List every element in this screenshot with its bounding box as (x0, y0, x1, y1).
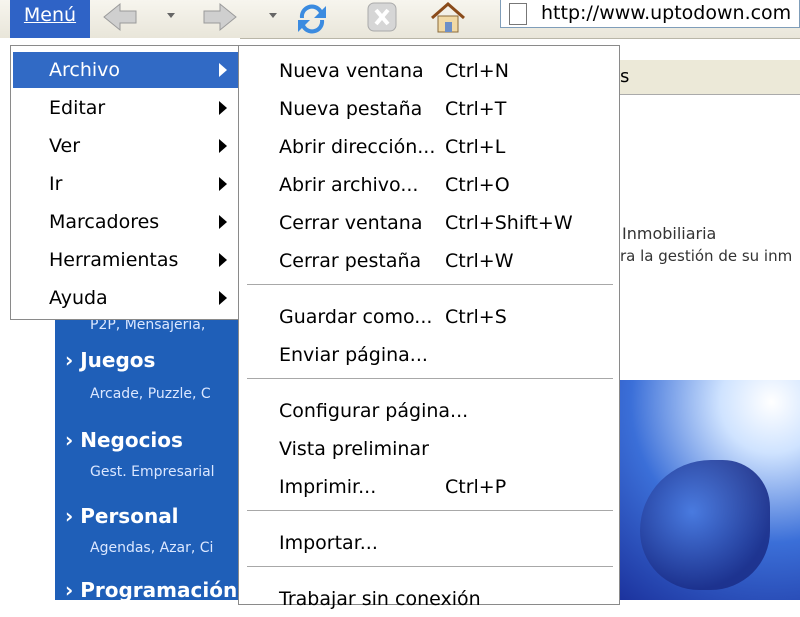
menu-button[interactable]: Menú (10, 0, 90, 38)
inmobiliaria-desc: ra la gestión de su inm (620, 247, 793, 265)
tab-fragment: s (620, 66, 630, 87)
menu-item-label: Editar (49, 97, 106, 119)
sidebar-item-title: › Personal (65, 504, 179, 528)
menu-item-guardar-como[interactable]: Guardar como... Ctrl+S (239, 299, 619, 335)
sidebar-item-title: › Negocios (65, 428, 183, 452)
archivo-submenu: Nueva ventana Ctrl+N Nueva pestaña Ctrl+… (238, 45, 620, 610)
submenu-arrow-icon (219, 215, 227, 229)
menu-item-imprimir[interactable]: Imprimir... Ctrl+P (239, 469, 619, 505)
menu-item-label: Nueva pestaña (279, 98, 423, 120)
menu-item-herramientas[interactable]: Herramientas (13, 242, 239, 278)
menu-item-vista-preliminar[interactable]: Vista preliminar (239, 431, 619, 467)
menu-item-label: Ir (49, 173, 63, 195)
menu-item-label: Configurar página... (279, 400, 469, 422)
sidebar-item-sub: Arcade, Puzzle, C (90, 386, 211, 402)
menu-button-label: Menú (23, 4, 77, 26)
menu-item-label: Herramientas (49, 249, 179, 271)
menu-item-label: Trabajar sin conexión (279, 588, 481, 610)
menu-item-cerrar-pestana[interactable]: Cerrar pestaña Ctrl+W (239, 243, 619, 279)
submenu-arrow-icon (219, 253, 227, 267)
submenu-arrow-icon (219, 63, 227, 77)
submenu-arrow-icon (219, 177, 227, 191)
address-text: http://www.uptodown.com (541, 2, 792, 24)
menu-item-marcadores[interactable]: Marcadores (13, 204, 239, 240)
tab-strip: s (620, 60, 800, 95)
menu-item-label: Guardar como... (279, 306, 433, 328)
menu-item-ver[interactable]: Ver (13, 128, 239, 164)
back-icon[interactable] (100, 0, 140, 34)
menu-separator (247, 566, 613, 568)
menu-item-ayuda[interactable]: Ayuda (13, 280, 239, 316)
submenu-arrow-icon (219, 291, 227, 305)
forward-dropdown-icon[interactable] (266, 8, 280, 22)
menu-item-label: Enviar página... (279, 344, 428, 366)
browser-toolbar: Menú http://www.uptodown.com (0, 0, 800, 39)
menu-item-configurar-pagina[interactable]: Configurar página... (239, 393, 619, 429)
menu-item-ir[interactable]: Ir (13, 166, 239, 202)
menu-item-archivo[interactable]: Archivo (13, 52, 239, 88)
submenu-arrow-icon (219, 139, 227, 153)
menu-item-importar[interactable]: Importar... (239, 525, 619, 561)
menu-item-abrir-archivo[interactable]: Abrir archivo... Ctrl+O (239, 167, 619, 203)
menu-item-enviar-pagina[interactable]: Enviar página... (239, 337, 619, 373)
menu-item-label: Ver (49, 135, 81, 157)
menu-item-label: Archivo (49, 59, 121, 81)
menu-item-label: Cerrar pestaña (279, 250, 422, 272)
menu-item-shortcut: Ctrl+L (445, 136, 506, 158)
menu-item-label: Importar... (279, 532, 378, 554)
menu-item-abrir-direccion[interactable]: Abrir dirección... Ctrl+L (239, 129, 619, 165)
menu-item-shortcut: Ctrl+O (445, 174, 510, 196)
menu-item-label: Abrir dirección... (279, 136, 436, 158)
menu-item-label: Cerrar ventana (279, 212, 423, 234)
menu-item-shortcut: Ctrl+P (445, 476, 507, 498)
home-icon[interactable] (428, 0, 468, 34)
category-sidebar: P2P, Mensajería, › Juegos Arcade, Puzzle… (55, 300, 240, 602)
menu-item-label: Abrir archivo... (279, 174, 419, 196)
menu-item-shortcut: Ctrl+W (445, 250, 514, 272)
menu-separator (247, 510, 613, 512)
menu-item-shortcut: Ctrl+Shift+W (445, 212, 573, 234)
reload-icon[interactable] (292, 0, 332, 34)
submenu-arrow-icon (219, 101, 227, 115)
menu-item-shortcut: Ctrl+S (445, 306, 507, 328)
stop-icon[interactable] (362, 0, 402, 34)
menu-item-shortcut: Ctrl+N (445, 60, 509, 82)
page-icon (509, 3, 527, 25)
main-menu: Archivo Editar Ver Ir Marcadores Herrami… (10, 45, 242, 320)
menu-item-nueva-pestana[interactable]: Nueva pestaña Ctrl+T (239, 91, 619, 127)
menu-item-editar[interactable]: Editar (13, 90, 239, 126)
sidebar-item-sub: Gest. Empresarial (90, 464, 215, 480)
menu-item-label: Ayuda (49, 287, 108, 309)
inmobiliaria-title[interactable]: Inmobiliaria (622, 224, 716, 243)
sidebar-item-title: › Programación (65, 578, 238, 602)
back-dropdown-icon[interactable] (164, 8, 178, 22)
menu-item-trabajar-sin-conexion[interactable]: Trabajar sin conexión (239, 581, 619, 617)
address-bar[interactable]: http://www.uptodown.com (500, 0, 800, 28)
menu-item-label: Vista preliminar (279, 438, 429, 460)
menu-item-label: Imprimir... (279, 476, 377, 498)
menu-separator (247, 284, 613, 286)
menu-item-shortcut: Ctrl+T (445, 98, 507, 120)
sidebar-item-title: › Juegos (65, 348, 156, 372)
menu-item-label: Marcadores (49, 211, 160, 233)
forward-icon[interactable] (200, 0, 240, 34)
menu-item-nueva-ventana[interactable]: Nueva ventana Ctrl+N (239, 53, 619, 89)
menu-item-cerrar-ventana[interactable]: Cerrar ventana Ctrl+Shift+W (239, 205, 619, 241)
sidebar-item-sub: Agendas, Azar, Ci (90, 540, 214, 556)
menu-separator (247, 378, 613, 380)
menu-item-label: Nueva ventana (279, 60, 424, 82)
